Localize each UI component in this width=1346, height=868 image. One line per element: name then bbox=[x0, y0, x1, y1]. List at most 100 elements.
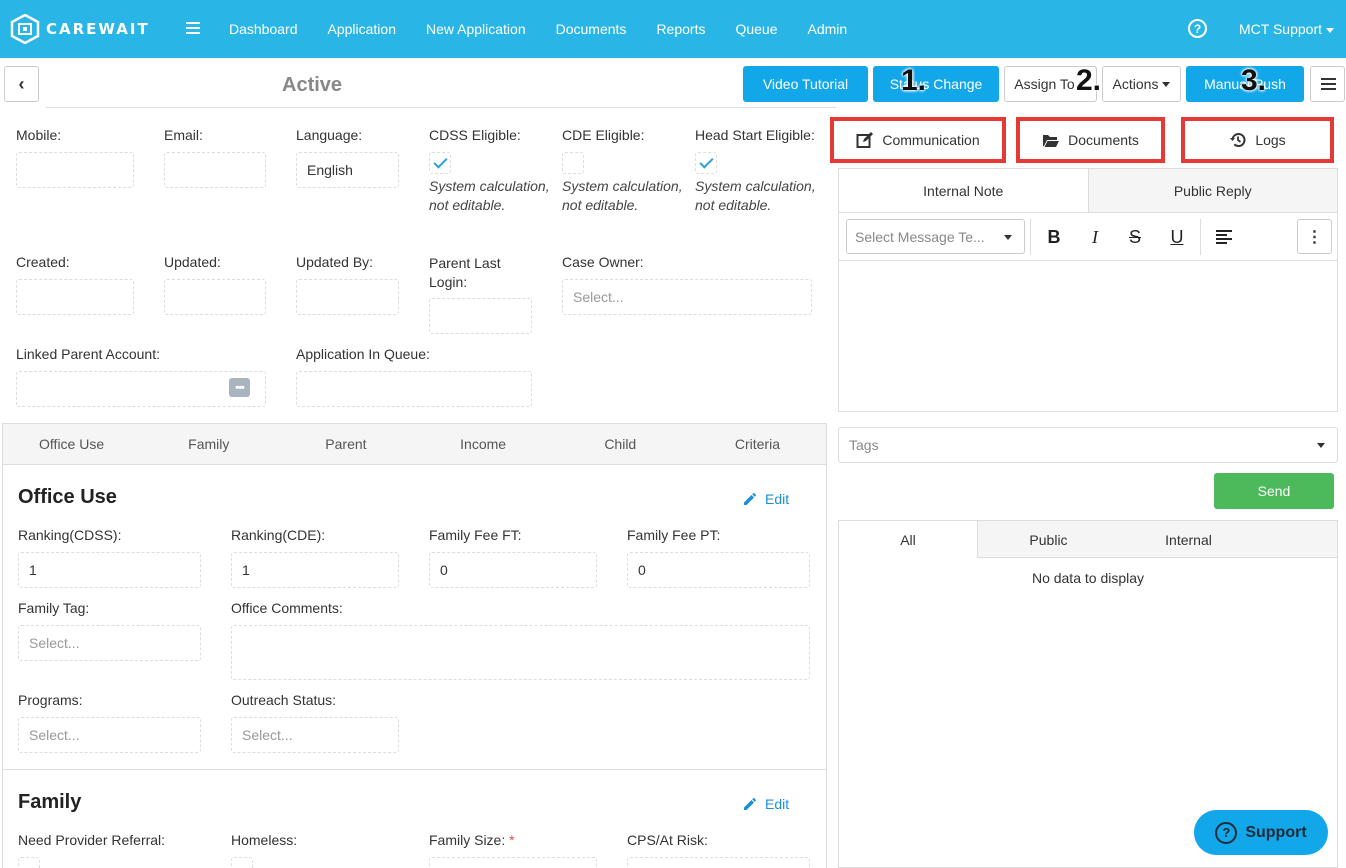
tags-select[interactable]: Tags bbox=[838, 427, 1338, 463]
tab-public[interactable]: Public bbox=[979, 521, 1118, 558]
align-left-button[interactable] bbox=[1214, 225, 1234, 249]
programs-select[interactable]: Select... bbox=[18, 717, 201, 753]
nav-reports[interactable]: Reports bbox=[656, 21, 705, 37]
family-tag-select[interactable]: Select... bbox=[18, 625, 201, 661]
edit-label: Edit bbox=[765, 796, 790, 812]
nav-menu-icon[interactable] bbox=[186, 22, 200, 34]
tab-documents[interactable]: Documents bbox=[1016, 117, 1165, 163]
outreach-status-select[interactable]: Select... bbox=[231, 717, 399, 753]
nav-new-application[interactable]: New Application bbox=[426, 21, 526, 37]
head-start-eligible-label: Head Start Eligible: bbox=[695, 127, 815, 143]
tab-logs[interactable]: Logs bbox=[1181, 117, 1334, 163]
family-panel bbox=[2, 770, 827, 868]
homeless-label: Homeless: bbox=[231, 832, 298, 848]
divider bbox=[46, 107, 836, 108]
top-navbar: CAREWAIT Dashboard Application New Appli… bbox=[0, 0, 1346, 58]
actions-button[interactable]: Actions bbox=[1102, 66, 1181, 102]
documents-label: Documents bbox=[1068, 132, 1139, 148]
tab-child[interactable]: Child bbox=[552, 424, 689, 464]
nav-queue[interactable]: Queue bbox=[735, 21, 777, 37]
family-size-text: Family Size: bbox=[429, 832, 506, 848]
email-field[interactable] bbox=[164, 152, 266, 188]
edit-square-icon bbox=[856, 132, 874, 148]
ranking-cdss-field[interactable]: 1 bbox=[18, 552, 201, 588]
cde-eligible-checkbox bbox=[562, 152, 584, 174]
status-change-button[interactable]: Status Change bbox=[873, 66, 999, 102]
more-options-button[interactable]: ⋮ bbox=[1297, 219, 1332, 254]
cps-at-risk-field[interactable] bbox=[627, 857, 810, 868]
log-filter-tabs: All Public Internal bbox=[838, 520, 1338, 558]
send-button[interactable]: Send bbox=[1214, 473, 1334, 509]
family-size-field[interactable] bbox=[429, 857, 597, 868]
created-label: Created: bbox=[16, 254, 70, 270]
strikethrough-button[interactable]: S bbox=[1125, 225, 1145, 249]
tags-placeholder: Tags bbox=[849, 437, 879, 453]
more-dots-icon[interactable]: ••• bbox=[229, 378, 250, 397]
family-fee-ft-field[interactable]: 0 bbox=[429, 552, 597, 588]
nav-admin[interactable]: Admin bbox=[808, 21, 848, 37]
updated-by-label: Updated By: bbox=[296, 254, 374, 270]
updated-by-field bbox=[296, 279, 399, 315]
cde-note: System calculation, not editable. bbox=[562, 178, 683, 213]
editor-toolbar: Select Message Te... B I S U ⋮ bbox=[838, 213, 1338, 261]
history-icon bbox=[1230, 133, 1246, 147]
chevron-left-icon: ‹ bbox=[18, 73, 25, 94]
user-menu[interactable]: MCT Support bbox=[1239, 21, 1334, 37]
support-label: Support bbox=[1245, 823, 1307, 841]
need-provider-referral-checkbox[interactable] bbox=[18, 857, 40, 868]
align-left-icon bbox=[1216, 230, 1232, 244]
actions-label: Actions bbox=[1112, 76, 1159, 92]
nav-application[interactable]: Application bbox=[328, 21, 397, 37]
communication-label: Communication bbox=[882, 132, 980, 148]
cdss-eligible-checkbox bbox=[429, 152, 451, 174]
cps-at-risk-label: CPS/At Risk: bbox=[627, 832, 708, 848]
question-icon: ? bbox=[1215, 821, 1238, 844]
tab-office-use[interactable]: Office Use bbox=[3, 424, 140, 464]
family-title: Family bbox=[18, 791, 82, 813]
back-button[interactable]: ‹ bbox=[4, 66, 39, 102]
support-button[interactable]: ? Support bbox=[1194, 810, 1328, 855]
more-menu-button[interactable] bbox=[1310, 66, 1345, 102]
tab-income[interactable]: Income bbox=[415, 424, 552, 464]
video-tutorial-button[interactable]: Video Tutorial bbox=[743, 66, 868, 102]
underline-button[interactable]: U bbox=[1167, 225, 1187, 249]
chevron-down-icon bbox=[1326, 27, 1334, 33]
mobile-field[interactable] bbox=[16, 152, 134, 188]
italic-button[interactable]: I bbox=[1085, 225, 1105, 249]
message-editor[interactable] bbox=[838, 261, 1338, 412]
tab-criteria[interactable]: Criteria bbox=[689, 424, 826, 464]
tab-all[interactable]: All bbox=[839, 521, 978, 558]
nav-documents[interactable]: Documents bbox=[556, 21, 627, 37]
nav-dashboard[interactable]: Dashboard bbox=[229, 21, 298, 37]
tab-public-reply[interactable]: Public Reply bbox=[1087, 169, 1337, 212]
office-comments-label: Office Comments: bbox=[231, 600, 343, 616]
tab-internal[interactable]: Internal bbox=[1119, 521, 1258, 558]
email-label: Email: bbox=[164, 127, 203, 143]
need-provider-referral-label: Need Provider Referral: bbox=[18, 832, 166, 848]
application-status: Active bbox=[282, 74, 343, 96]
ranking-cde-field[interactable]: 1 bbox=[231, 552, 399, 588]
template-placeholder: Select Message Te... bbox=[855, 228, 985, 245]
tab-communication[interactable]: Communication bbox=[830, 117, 1006, 163]
tab-parent[interactable]: Parent bbox=[277, 424, 414, 464]
head-start-eligible-checkbox bbox=[695, 152, 717, 174]
office-comments-textarea[interactable] bbox=[231, 625, 810, 680]
homeless-checkbox[interactable] bbox=[231, 857, 253, 868]
family-edit-link[interactable]: Edit bbox=[743, 796, 789, 812]
logo-icon bbox=[10, 14, 40, 44]
message-template-select[interactable]: Select Message Te... bbox=[846, 219, 1025, 254]
step-marker-1: 1. bbox=[901, 64, 927, 97]
app-in-queue-field bbox=[296, 371, 532, 407]
tab-family[interactable]: Family bbox=[140, 424, 277, 464]
bold-button[interactable]: B bbox=[1044, 225, 1064, 249]
nav-links: Dashboard Application New Application Do… bbox=[229, 0, 877, 58]
language-field[interactable]: English bbox=[296, 152, 399, 188]
help-icon[interactable]: ? bbox=[1188, 19, 1207, 38]
office-use-edit-link[interactable]: Edit bbox=[743, 491, 789, 507]
family-fee-pt-field[interactable]: 0 bbox=[627, 552, 810, 588]
updated-field bbox=[164, 279, 266, 315]
tab-internal-note[interactable]: Internal Note bbox=[839, 169, 1088, 212]
app-logo[interactable]: CAREWAIT bbox=[10, 13, 150, 45]
case-owner-select[interactable]: Select... bbox=[562, 279, 812, 315]
cdss-eligible-label: CDSS Eligible: bbox=[429, 127, 521, 143]
